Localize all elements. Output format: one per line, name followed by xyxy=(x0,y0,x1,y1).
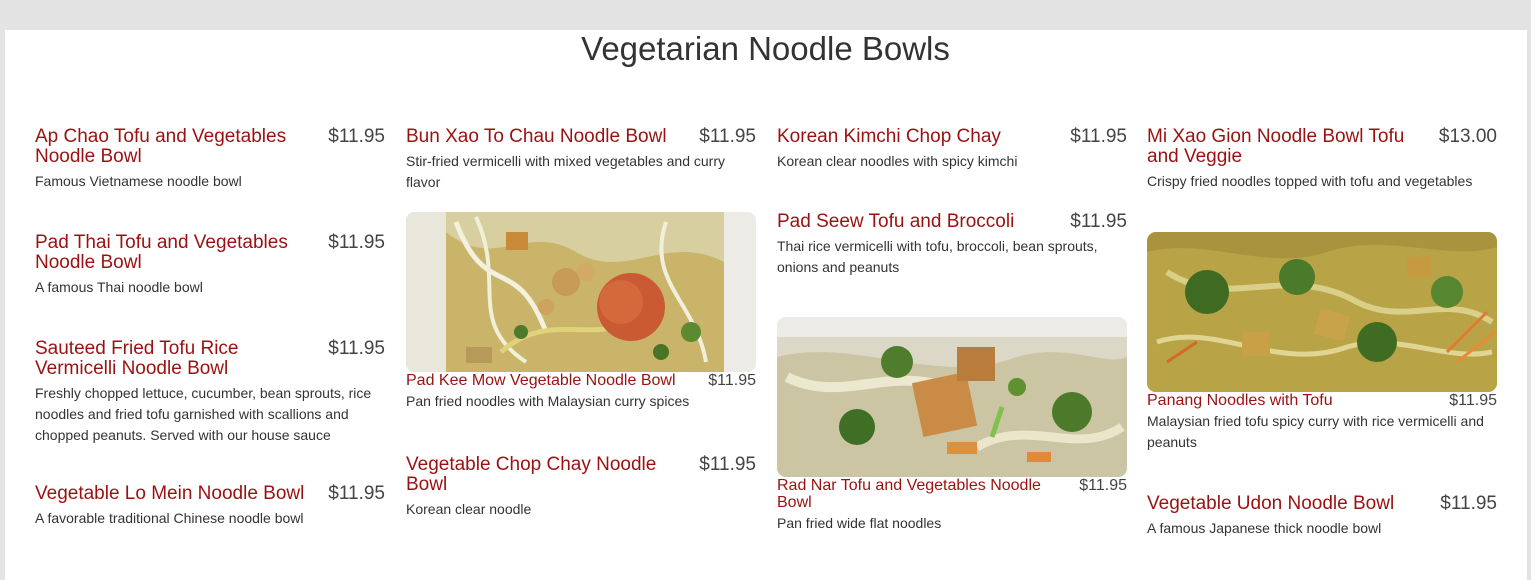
menu-item-description: A famous Thai noodle bowl xyxy=(35,279,203,295)
menu-column-4: Mi Xao Gion Noodle Bowl Tofu and Veggie … xyxy=(1147,0,1497,580)
menu-item-price: $11.95 xyxy=(328,232,385,253)
menu-item[interactable]: Pad Kee Mow Vegetable Noodle Bowl $11.95… xyxy=(406,372,756,412)
menu-item-description: Thai rice vermicelli with tofu, broccoli… xyxy=(777,238,1098,275)
menu-column-2: Bun Xao To Chau Noodle Bowl $11.95 Stir-… xyxy=(406,0,756,580)
noodle-bowl-image xyxy=(1147,232,1497,392)
menu-item-name[interactable]: Panang Noodles with Tofu xyxy=(1147,392,1497,409)
menu-item[interactable]: Vegetable Lo Mein Noodle Bowl $11.95 A f… xyxy=(35,484,385,529)
menu-item-price: $11.95 xyxy=(1449,392,1497,409)
menu-item-price: $11.95 xyxy=(708,372,756,389)
menu-item-description: Korean clear noodle xyxy=(406,501,532,517)
menu-item-description: A famous Japanese thick noodle bowl xyxy=(1147,520,1382,536)
menu-item-price: $11.95 xyxy=(1070,126,1127,147)
menu-item-description: Stir-fried vermicelli with mixed vegetab… xyxy=(406,153,725,190)
panang-photo[interactable] xyxy=(1147,232,1497,392)
menu-item-price: $11.95 xyxy=(328,126,385,147)
menu-item-price: $11.95 xyxy=(1070,211,1127,232)
menu-item[interactable]: Mi Xao Gion Noodle Bowl Tofu and Veggie … xyxy=(1147,127,1497,192)
pad-kee-mow-photo[interactable] xyxy=(406,212,756,372)
menu-item-description: Pan fried wide flat noodles xyxy=(777,515,942,531)
menu-item-price: $11.95 xyxy=(328,483,385,504)
menu-item-description: Malaysian fried tofu spicy curry with ri… xyxy=(1147,413,1484,450)
menu-item-price: $11.95 xyxy=(1440,493,1497,514)
menu-item[interactable]: Pad Thai Tofu and Vegetables Noodle Bowl… xyxy=(35,233,385,298)
menu-item-description: Freshly chopped lettuce, cucumber, bean … xyxy=(35,385,372,443)
menu-item[interactable]: Rad Nar Tofu and Vegetables Noodle Bowl … xyxy=(777,477,1127,534)
menu-item[interactable]: Bun Xao To Chau Noodle Bowl $11.95 Stir-… xyxy=(406,127,756,193)
menu-item[interactable]: Vegetable Chop Chay Noodle Bowl $11.95 K… xyxy=(406,455,756,520)
rad-nar-photo[interactable] xyxy=(777,317,1127,477)
menu-item[interactable]: Sauteed Fried Tofu Rice Vermicelli Noodl… xyxy=(35,339,385,446)
menu-item-price: $11.95 xyxy=(699,126,756,147)
menu-item[interactable]: Vegetable Udon Noodle Bowl $11.95 A famo… xyxy=(1147,494,1497,539)
menu-column-1: Ap Chao Tofu and Vegetables Noodle Bowl … xyxy=(35,0,385,580)
menu-item-name[interactable]: Rad Nar Tofu and Vegetables Noodle Bowl xyxy=(777,477,1127,511)
menu-item-price: $11.95 xyxy=(328,338,385,359)
menu-item-price: $13.00 xyxy=(1438,126,1497,147)
menu-item[interactable]: Pad Seew Tofu and Broccoli $11.95 Thai r… xyxy=(777,212,1127,278)
menu-item-name[interactable]: Pad Kee Mow Vegetable Noodle Bowl xyxy=(406,372,756,389)
menu-item-price: $11.95 xyxy=(699,454,756,475)
menu-item-description: Crispy fried noodles topped with tofu an… xyxy=(1147,173,1473,189)
menu-item[interactable]: Korean Kimchi Chop Chay $11.95 Korean cl… xyxy=(777,127,1127,172)
noodle-bowl-image xyxy=(777,317,1127,477)
noodle-bowl-image xyxy=(406,212,756,372)
menu-item[interactable]: Ap Chao Tofu and Vegetables Noodle Bowl … xyxy=(35,127,385,192)
menu-column-3: Korean Kimchi Chop Chay $11.95 Korean cl… xyxy=(777,0,1127,580)
menu-item-description: A favorable traditional Chinese noodle b… xyxy=(35,510,304,526)
menu-item-description: Famous Vietnamese noodle bowl xyxy=(35,173,242,189)
menu-item-price: $11.95 xyxy=(1079,477,1127,494)
menu-item-description: Korean clear noodles with spicy kimchi xyxy=(777,153,1018,169)
menu-item-description: Pan fried noodles with Malaysian curry s… xyxy=(406,393,690,409)
menu-item[interactable]: Panang Noodles with Tofu $11.95 Malaysia… xyxy=(1147,392,1497,453)
